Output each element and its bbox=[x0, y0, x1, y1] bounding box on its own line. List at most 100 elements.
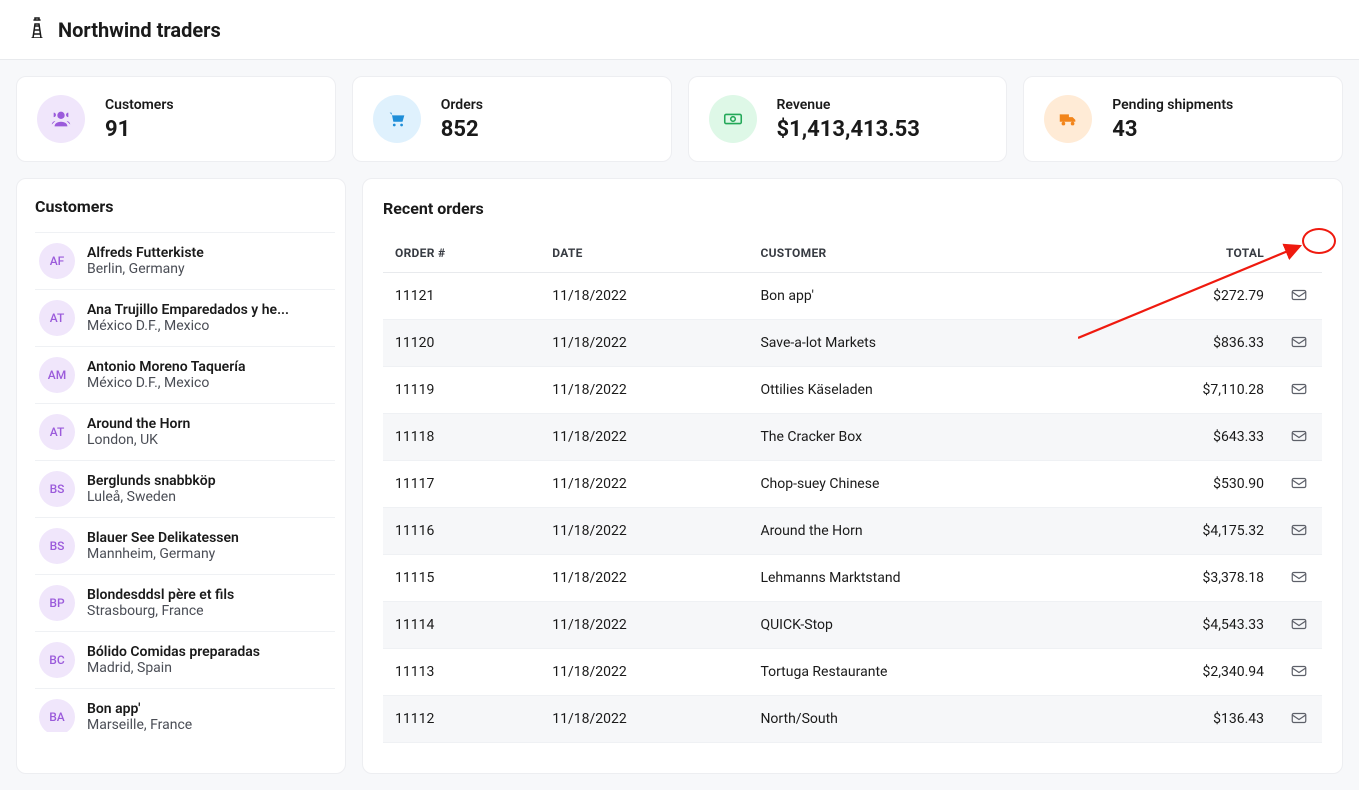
list-item[interactable]: BC Bólido Comidas preparadasMadrid, Spain bbox=[35, 632, 335, 689]
cell-order: 11117 bbox=[383, 461, 540, 508]
customer-location: Madrid, Spain bbox=[87, 660, 260, 676]
list-item[interactable]: ATAround the HornLondon, UK bbox=[35, 404, 335, 461]
cell-total: $136.43 bbox=[1095, 696, 1276, 743]
table-row: 1112011/18/2022Save-a-lot Markets$836.33 bbox=[383, 320, 1322, 367]
list-item[interactable]: BSBlauer See DelikatessenMannheim, Germa… bbox=[35, 518, 335, 575]
cell-date: 11/18/2022 bbox=[540, 367, 748, 414]
mail-icon[interactable] bbox=[1288, 331, 1310, 353]
cell-customer: North/South bbox=[748, 696, 1095, 743]
cell-customer: Bon app' bbox=[748, 273, 1095, 320]
cell-date: 11/18/2022 bbox=[540, 273, 748, 320]
mail-icon[interactable] bbox=[1288, 378, 1310, 400]
cell-date: 11/18/2022 bbox=[540, 320, 748, 367]
lighthouse-icon bbox=[28, 16, 46, 43]
cart-icon bbox=[373, 95, 421, 143]
people-icon bbox=[37, 95, 85, 143]
table-row: 1111811/18/2022The Cracker Box$643.33 bbox=[383, 414, 1322, 461]
customer-name: Bon app' bbox=[87, 701, 192, 717]
list-item[interactable]: AMAntonio Moreno TaqueríaMéxico D.F., Me… bbox=[35, 347, 335, 404]
mail-icon[interactable] bbox=[1288, 707, 1310, 729]
cell-order: 11119 bbox=[383, 367, 540, 414]
list-item[interactable]: AFAlfreds FutterkisteBerlin, Germany bbox=[35, 232, 335, 290]
customer-location: Mannheim, Germany bbox=[87, 546, 239, 562]
list-item[interactable]: AT Ana Trujillo Emparedados y he...México… bbox=[35, 290, 335, 347]
cell-customer: The Cracker Box bbox=[748, 414, 1095, 461]
table-row: 1111711/18/2022Chop-suey Chinese$530.90 bbox=[383, 461, 1322, 508]
stat-customers: Customers 91 bbox=[16, 76, 336, 162]
table-row: 1111311/18/2022Tortuga Restaurante$2,340… bbox=[383, 649, 1322, 696]
customer-name: Blondesddsl père et fils bbox=[87, 587, 234, 603]
stat-revenue: Revenue $1,413,413.53 bbox=[688, 76, 1008, 162]
cell-total: $4,175.32 bbox=[1095, 508, 1276, 555]
cell-date: 11/18/2022 bbox=[540, 555, 748, 602]
stat-customers-value: 91 bbox=[105, 117, 174, 142]
cell-order: 11120 bbox=[383, 320, 540, 367]
col-header-action bbox=[1276, 234, 1322, 273]
mail-icon[interactable] bbox=[1288, 284, 1310, 306]
stat-customers-label: Customers bbox=[105, 97, 174, 113]
list-item[interactable]: BPBlondesddsl père et filsStrasbourg, Fr… bbox=[35, 575, 335, 632]
customer-location: Luleå, Sweden bbox=[87, 489, 216, 505]
customer-name: Berglunds snabbköp bbox=[87, 473, 216, 489]
cell-order: 11115 bbox=[383, 555, 540, 602]
table-row: 1111211/18/2022North/South$136.43 bbox=[383, 696, 1322, 743]
stat-revenue-label: Revenue bbox=[777, 97, 920, 113]
cell-customer: QUICK-Stop bbox=[748, 602, 1095, 649]
customers-list[interactable]: AFAlfreds FutterkisteBerlin, Germany AT An… bbox=[35, 232, 335, 732]
avatar: AM bbox=[39, 357, 75, 393]
mail-icon[interactable] bbox=[1288, 566, 1310, 588]
list-item[interactable]: BSBerglunds snabbköpLuleå, Sweden bbox=[35, 461, 335, 518]
avatar: AT bbox=[39, 300, 75, 336]
cell-customer: Save-a-lot Markets bbox=[748, 320, 1095, 367]
cell-order: 11112 bbox=[383, 696, 540, 743]
customer-location: México D.F., Mexico bbox=[87, 318, 289, 334]
cell-date: 11/18/2022 bbox=[540, 461, 748, 508]
cell-customer: Tortuga Restaurante bbox=[748, 649, 1095, 696]
customer-location: London, UK bbox=[87, 432, 190, 448]
mail-icon[interactable] bbox=[1288, 472, 1310, 494]
cell-customer: Around the Horn bbox=[748, 508, 1095, 555]
mail-icon[interactable] bbox=[1288, 519, 1310, 541]
cell-total: $530.90 bbox=[1095, 461, 1276, 508]
cell-total: $2,340.94 bbox=[1095, 649, 1276, 696]
list-item[interactable]: BABon app'Marseille, France bbox=[35, 689, 335, 732]
cell-total: $836.33 bbox=[1095, 320, 1276, 367]
table-row: 1111411/18/2022QUICK-Stop$4,543.33 bbox=[383, 602, 1322, 649]
cell-order: 11118 bbox=[383, 414, 540, 461]
customer-name: Ana Trujillo Emparedados y he... bbox=[87, 302, 289, 318]
cell-order: 11113 bbox=[383, 649, 540, 696]
stat-pending-value: 43 bbox=[1112, 117, 1233, 142]
stat-pending-label: Pending shipments bbox=[1112, 97, 1233, 113]
table-row: 1111511/18/2022Lehmanns Marktstand$3,378… bbox=[383, 555, 1322, 602]
cell-order: 11116 bbox=[383, 508, 540, 555]
customers-panel: Customers AFAlfreds FutterkisteBerlin, G… bbox=[16, 178, 346, 774]
customer-name: Alfreds Futterkiste bbox=[87, 245, 204, 261]
stat-revenue-value: $1,413,413.53 bbox=[777, 117, 920, 142]
customer-name: Bólido Comidas preparadas bbox=[87, 644, 260, 660]
mail-icon[interactable] bbox=[1288, 613, 1310, 635]
col-header-total: TOTAL bbox=[1095, 234, 1276, 273]
stat-orders: Orders 852 bbox=[352, 76, 672, 162]
orders-title: Recent orders bbox=[383, 199, 1322, 218]
avatar: BC bbox=[39, 642, 75, 678]
cell-customer: Ottilies Käseladen bbox=[748, 367, 1095, 414]
truck-icon bbox=[1044, 95, 1092, 143]
stats-row: Customers 91 Orders 852 Revenue $1,413,4… bbox=[16, 76, 1343, 162]
stat-orders-value: 852 bbox=[441, 117, 483, 142]
cell-date: 11/18/2022 bbox=[540, 508, 748, 555]
cell-date: 11/18/2022 bbox=[540, 414, 748, 461]
mail-icon[interactable] bbox=[1288, 660, 1310, 682]
cell-date: 11/18/2022 bbox=[540, 649, 748, 696]
customer-location: México D.F., Mexico bbox=[87, 375, 246, 391]
avatar: BA bbox=[39, 699, 75, 732]
cell-order: 11121 bbox=[383, 273, 540, 320]
cell-total: $4,543.33 bbox=[1095, 602, 1276, 649]
orders-table: ORDER # DATE CUSTOMER TOTAL 1112111/18/2… bbox=[383, 234, 1322, 743]
cell-total: $7,110.28 bbox=[1095, 367, 1276, 414]
mail-icon[interactable] bbox=[1288, 425, 1310, 447]
cell-customer: Lehmanns Marktstand bbox=[748, 555, 1095, 602]
orders-panel: Recent orders ORDER # DATE CUSTOMER TOTA… bbox=[362, 178, 1343, 774]
cell-customer: Chop-suey Chinese bbox=[748, 461, 1095, 508]
col-header-order: ORDER # bbox=[383, 234, 540, 273]
customer-location: Berlin, Germany bbox=[87, 261, 204, 277]
